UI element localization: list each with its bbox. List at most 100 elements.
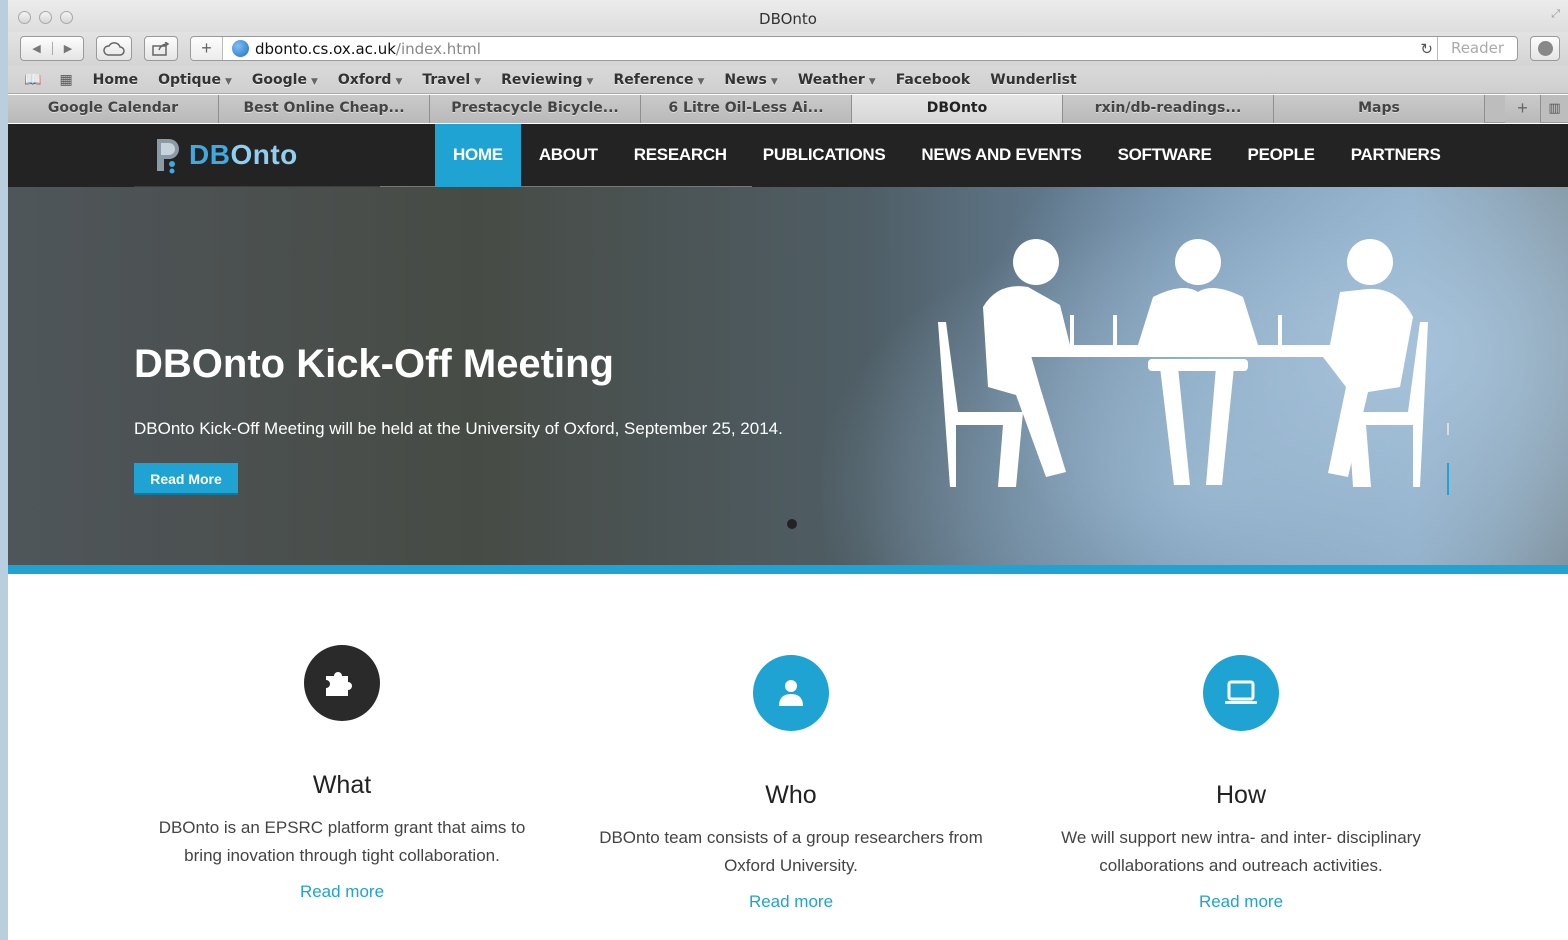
feature-text: DBOnto is an EPSRC platform grant that a… xyxy=(158,818,526,865)
site-header: DBOnto HOME ABOUT RESEARCH PUBLICATIONS NEWS… xyxy=(8,124,1568,189)
nav-item-home[interactable]: HOME xyxy=(435,124,521,187)
nav-item-software[interactable]: SOFTWARE xyxy=(1100,124,1230,187)
bookmark-item[interactable]: Reviewing ▼ xyxy=(501,72,593,88)
meeting-illustration xyxy=(938,239,1428,487)
nav-item-about[interactable]: ABOUT xyxy=(521,124,616,187)
slider-edge-indicator xyxy=(1447,463,1449,495)
window-title: DBOnto xyxy=(759,10,817,28)
chevron-down-icon: ▼ xyxy=(310,76,318,87)
hero-slider: DBOnto Kick-Off Meeting DBOnto Kick-Off … xyxy=(8,187,1568,565)
hero-text: DBOnto Kick-Off Meeting will be held at … xyxy=(134,419,783,438)
tab-overview-icon[interactable]: ▥ xyxy=(1541,95,1568,122)
reload-icon[interactable]: ↻ xyxy=(1420,40,1433,58)
forward-button[interactable]: ▶ xyxy=(51,42,83,55)
bookmark-label: Weather xyxy=(797,71,865,88)
feature-what: What DBOnto is an EPSRC platform grant t… xyxy=(117,645,567,902)
address-bar[interactable]: + dbonto.cs.ox.ac.uk/index.html ↻ Reader xyxy=(190,36,1518,61)
tab-bar: Google Calendar Best Online Cheap... Prest… xyxy=(8,95,1568,123)
chevron-down-icon: ▼ xyxy=(868,76,876,87)
browser-tab[interactable]: Google Calendar xyxy=(8,95,219,123)
bookmark-item[interactable]: Google ▼ xyxy=(252,72,318,88)
nav-item-people[interactable]: PEOPLE xyxy=(1230,124,1333,187)
icloud-tabs-button[interactable] xyxy=(96,36,132,61)
chevron-down-icon: ▼ xyxy=(697,76,705,87)
bookmark-item[interactable]: Oxford ▼ xyxy=(338,72,403,88)
bookmark-item[interactable]: Reference ▼ xyxy=(613,72,704,88)
add-bookmark-button[interactable]: + xyxy=(191,37,223,60)
top-sites-icon[interactable]: ▦ xyxy=(59,72,72,88)
user-icon xyxy=(753,655,829,731)
url-path[interactable]: /index.html xyxy=(396,40,481,58)
logo-text-onto: Onto xyxy=(230,139,298,170)
browser-tab[interactable]: 6 Litre Oil-Less Ai... xyxy=(641,95,852,123)
bookmark-item[interactable]: Travel ▼ xyxy=(422,72,481,88)
feature-title: Who xyxy=(765,781,817,809)
slider-dot[interactable] xyxy=(787,519,797,529)
laptop-icon xyxy=(1203,655,1279,731)
feature-who: Who DBOnto team consists of a group rese… xyxy=(566,655,1016,912)
hero-accent-bar xyxy=(8,565,1568,574)
downloads-button[interactable] xyxy=(1530,36,1560,61)
feature-title: How xyxy=(1215,781,1266,809)
feature-text: DBOnto team consists of a group research… xyxy=(599,828,983,875)
bookmark-label: Google xyxy=(251,71,307,88)
bookmark-label: Reference xyxy=(613,71,694,88)
bookmark-item[interactable]: Home xyxy=(93,72,138,88)
back-button[interactable]: ◀ xyxy=(21,42,52,55)
back-forward-buttons: ◀ ▶ xyxy=(20,36,84,61)
nav-item-publications[interactable]: PUBLICATIONS xyxy=(745,124,904,187)
logo-text-db: DB xyxy=(189,139,231,170)
feature-how: How We will support new intra- and inter… xyxy=(1016,655,1466,912)
feature-text: We will support new intra- and inter- di… xyxy=(1061,828,1421,875)
puzzle-icon xyxy=(304,645,380,721)
cloud-icon xyxy=(103,41,125,56)
tab-list: Google Calendar Best Online Cheap... Prest… xyxy=(8,95,1485,123)
bookmarks-bar: 📖 ▦ Home Optique ▼ Google ▼ Oxford ▼ Travel ▼ Rev… xyxy=(8,66,1568,94)
bookmark-label: Reviewing xyxy=(501,71,583,88)
feature-read-more-link[interactable]: Read more xyxy=(566,892,1016,912)
bookmark-label: Facebook xyxy=(895,71,971,88)
chevron-down-icon: ▼ xyxy=(474,76,482,87)
reader-button[interactable]: Reader xyxy=(1437,37,1517,60)
nav-item-news-and-events[interactable]: NEWS AND EVENTS xyxy=(903,124,1099,187)
site-logo[interactable]: DBOnto xyxy=(153,136,298,174)
bookmark-label: Travel xyxy=(422,71,471,88)
read-more-button[interactable]: Read More xyxy=(134,463,238,495)
bookmark-label: Wunderlist xyxy=(990,71,1077,88)
feature-title: What xyxy=(312,771,372,799)
bookmark-item[interactable]: News ▼ xyxy=(724,72,777,88)
bookmark-label: News xyxy=(724,71,767,88)
chevron-down-icon: ▼ xyxy=(586,76,594,87)
browser-tab[interactable]: Maps xyxy=(1274,95,1485,123)
feature-read-more-link[interactable]: Read more xyxy=(1016,892,1466,912)
new-tab-button[interactable]: + xyxy=(1505,95,1542,123)
feature-read-more-link[interactable]: Read more xyxy=(117,882,567,902)
url-host[interactable]: dbonto.cs.ox.ac.uk xyxy=(255,40,396,58)
chevron-down-icon: ▼ xyxy=(395,76,403,87)
bookmark-item[interactable]: Wunderlist xyxy=(990,72,1076,88)
logo-text: DBOnto xyxy=(189,139,298,171)
browser-tab[interactable]: Best Online Cheap... xyxy=(219,95,430,123)
nav-item-partners[interactable]: PARTNERS xyxy=(1333,124,1459,187)
bookmark-item[interactable]: Weather ▼ xyxy=(798,72,876,88)
browser-tab[interactable]: DBOnto xyxy=(852,95,1063,123)
browser-tab[interactable]: Prestacycle Bicycle... xyxy=(430,95,641,123)
chevron-down-icon: ▼ xyxy=(225,76,232,87)
reading-list-icon[interactable]: 📖 xyxy=(24,72,41,88)
share-button[interactable] xyxy=(144,36,178,61)
nav-item-research[interactable]: RESEARCH xyxy=(616,124,745,187)
bookmark-label: Oxford xyxy=(337,71,392,88)
fullscreen-icon[interactable]: ⤢ xyxy=(1551,8,1560,21)
bookmark-item[interactable]: Facebook xyxy=(896,72,971,88)
browser-tab[interactable]: rxin/db-readings... xyxy=(1063,95,1274,123)
slider-edge-mark xyxy=(1447,423,1449,435)
bookmark-label: Optique xyxy=(158,71,221,88)
hero-title: DBOnto Kick-Off Meeting xyxy=(134,342,614,386)
main-menu: HOME ABOUT RESEARCH PUBLICATIONS NEWS AND EV… xyxy=(435,124,1459,187)
globe-icon xyxy=(232,40,249,57)
chevron-down-icon: ▼ xyxy=(770,76,778,87)
share-icon xyxy=(152,41,170,56)
download-icon xyxy=(1537,41,1553,56)
bookmark-item[interactable]: Optique ▼ xyxy=(158,72,232,88)
bookmark-label: Home xyxy=(92,71,139,88)
